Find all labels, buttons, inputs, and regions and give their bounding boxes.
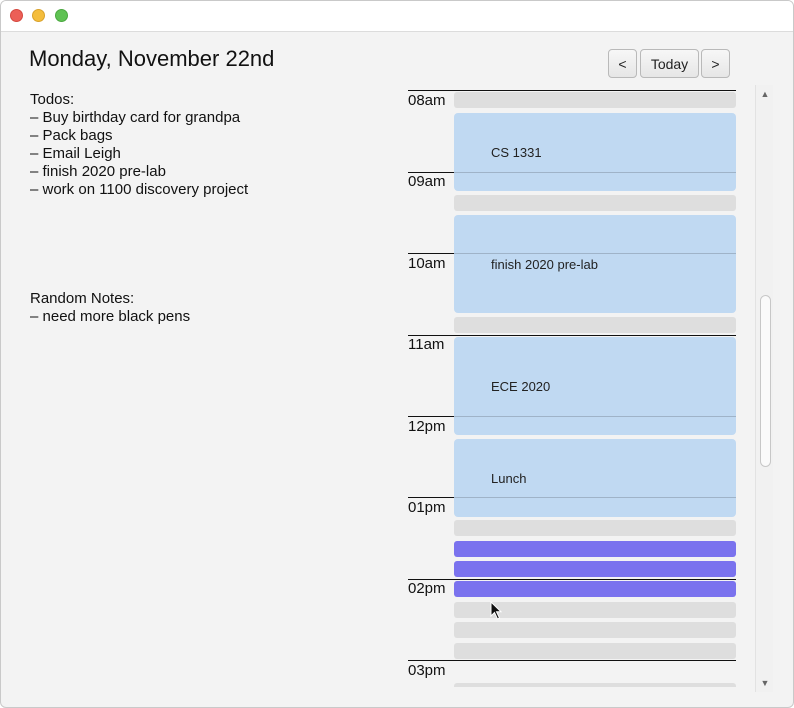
time-slot[interactable] <box>454 195 736 211</box>
hour-line <box>408 335 736 336</box>
selected-slot[interactable] <box>454 581 736 597</box>
todo-item: – Buy birthday card for grandpa <box>30 109 241 126</box>
hour-label: 08am <box>408 92 446 109</box>
event-title: CS 1331 <box>491 144 542 160</box>
selected-slot[interactable] <box>454 561 736 577</box>
event-block[interactable]: ECE 2020 <box>454 337 736 435</box>
time-slot[interactable] <box>454 520 736 536</box>
time-slot[interactable] <box>454 317 736 333</box>
time-slot[interactable] <box>454 622 736 638</box>
hour-label: 11am <box>408 336 445 353</box>
day-schedule: 08am 09am 10am 11am 12pm 01pm 02pm 03pm … <box>408 85 738 687</box>
hour-label: 02pm <box>408 580 446 597</box>
time-slot[interactable] <box>454 643 736 659</box>
scrollbar-thumb[interactable] <box>760 295 771 467</box>
hour-label: 09am <box>408 173 446 190</box>
event-block[interactable]: CS 1331 <box>454 113 736 191</box>
random-notes: Random Notes: – need more black pens <box>30 290 330 326</box>
todo-item: – Pack bags <box>30 127 113 144</box>
hour-label: 12pm <box>408 418 446 435</box>
todos-heading: Todos: <box>30 91 75 108</box>
notes-area[interactable]: Todos: – Buy birthday card for grandpa –… <box>30 91 249 325</box>
minimize-window-icon[interactable] <box>32 9 45 22</box>
random-notes-heading: Random Notes: <box>30 290 135 307</box>
hour-line <box>408 660 736 661</box>
next-day-button[interactable]: > <box>701 49 730 78</box>
close-window-icon[interactable] <box>10 9 23 22</box>
hour-label: 01pm <box>408 499 446 516</box>
event-title: ECE 2020 <box>491 378 551 394</box>
zoom-window-icon[interactable] <box>55 9 68 22</box>
date-title: Monday, November 22nd <box>29 46 275 71</box>
scroll-up-icon[interactable]: ▲ <box>756 87 774 101</box>
hour-line <box>454 253 736 254</box>
event-block[interactable]: finish 2020 pre-lab <box>454 215 736 313</box>
hour-line <box>454 497 736 498</box>
app-window: Monday, November 22nd < Today > Todos: –… <box>0 0 794 708</box>
selected-slot[interactable] <box>454 541 736 557</box>
event-block[interactable]: Lunch <box>454 439 736 517</box>
time-slot[interactable] <box>454 92 736 108</box>
scroll-down-icon[interactable]: ▼ <box>756 676 774 690</box>
hour-label: 10am <box>408 255 446 272</box>
time-slot[interactable] <box>454 683 736 687</box>
note-item: – need more black pens <box>30 308 191 325</box>
hour-line <box>408 90 736 91</box>
hour-label: 03pm <box>408 662 446 679</box>
title-bar <box>1 1 793 32</box>
todo-item: – finish 2020 pre-lab <box>30 163 166 180</box>
today-button[interactable]: Today <box>640 49 699 78</box>
hour-line <box>408 579 736 580</box>
hour-line <box>454 416 736 417</box>
hour-line <box>454 172 736 173</box>
event-title: finish 2020 pre-lab <box>491 256 598 272</box>
todo-item: – Email Leigh <box>30 145 121 162</box>
mouse-pointer-icon <box>490 601 503 620</box>
previous-day-button[interactable]: < <box>608 49 637 78</box>
schedule-scrollbar[interactable]: ▲ ▼ <box>755 85 773 692</box>
todo-item: – work on 1100 discovery project <box>30 181 249 198</box>
event-title: Lunch <box>491 470 527 486</box>
